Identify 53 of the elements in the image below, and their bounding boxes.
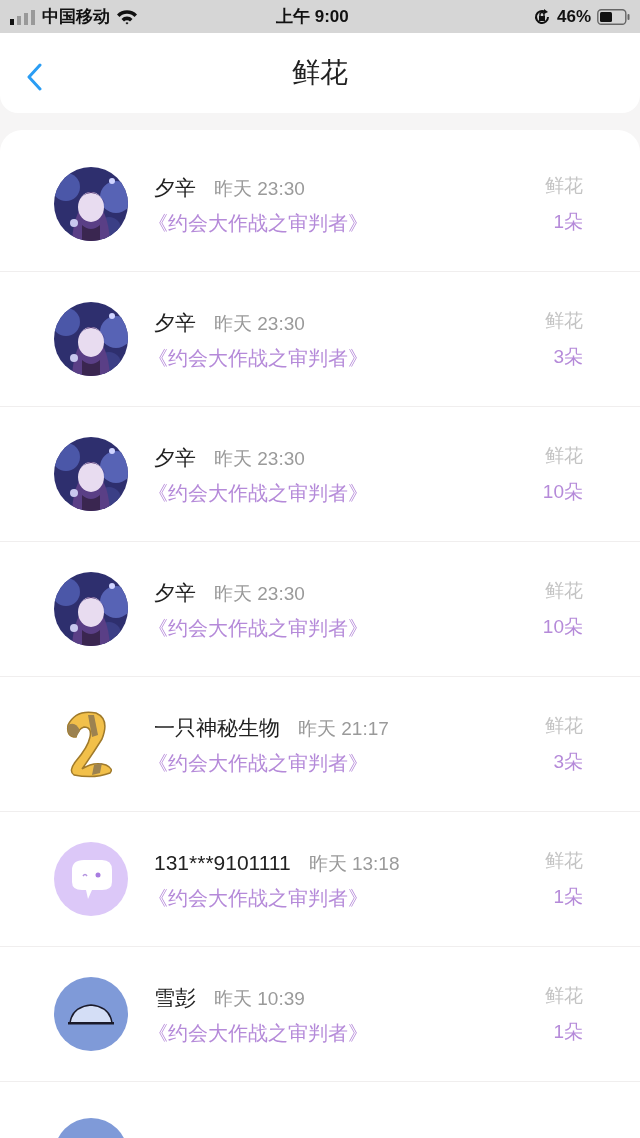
gift-type: 鲜花 — [545, 984, 583, 1008]
user-name: 一只神秘生物 — [154, 715, 280, 741]
dome-avatar-icon — [54, 977, 128, 1051]
gift-type: 鲜花 — [545, 579, 583, 603]
record-row[interactable]: 雪彭 昨天 10:39 《约会大作战之审判者》 鲜花 1朵 — [0, 947, 640, 1082]
clock-time: 上午 9:00 — [276, 5, 349, 28]
gift-count: 10朵 — [542, 480, 583, 504]
user-name: 雪彭 — [154, 985, 196, 1011]
work-title: 《约会大作战之审判者》 — [148, 616, 369, 641]
gift-count: 3朵 — [553, 750, 583, 774]
send-time: 昨天 10:39 — [214, 987, 305, 1011]
gift-count: 3朵 — [553, 345, 583, 369]
user-name: 夕辛 — [154, 580, 196, 606]
work-title: 《约会大作战之审判者》 — [148, 886, 369, 911]
work-title: 《约会大作战之审判者》 — [148, 346, 369, 371]
battery-percent: 46% — [556, 5, 591, 28]
record-row[interactable]: 夕辛 昨天 23:30 《约会大作战之审判者》 鲜花 10朵 — [0, 542, 640, 677]
rotation-lock-icon — [532, 7, 551, 26]
user-name: 131***9101111 — [154, 850, 291, 876]
gift-type: 鲜花 — [545, 444, 583, 468]
work-title: 《约会大作战之审判者》 — [148, 1021, 369, 1046]
send-time: 昨天 21:17 — [298, 717, 389, 741]
signal-icon — [10, 8, 36, 25]
gift-type: 鲜花 — [545, 849, 583, 873]
chat-bubble-avatar-icon — [54, 842, 128, 916]
user-name: 夕辛 — [154, 445, 196, 471]
wifi-icon — [116, 8, 138, 25]
send-time: 昨天 23:30 — [214, 447, 305, 471]
work-title: 《约会大作战之审判者》 — [148, 211, 369, 236]
record-row[interactable]: 131***9101111 昨天 13:18 《约会大作战之审判者》 鲜花 1朵 — [0, 812, 640, 947]
user-name: 夕辛 — [154, 310, 196, 336]
gift-count: 1朵 — [553, 885, 583, 909]
send-time: 昨天 23:30 — [214, 177, 305, 201]
send-time: 昨天 23:30 — [214, 582, 305, 606]
send-time: 昨天 23:30 — [214, 312, 305, 336]
battery-icon — [597, 8, 630, 25]
record-row[interactable]: 夕辛 昨天 23:30 《约会大作战之审判者》 鲜花 3朵 — [0, 272, 640, 407]
gift-type: 鲜花 — [545, 714, 583, 738]
work-title: 《约会大作战之审判者》 — [148, 751, 369, 776]
gift-type: 鲜花 — [545, 174, 583, 198]
gift-type: 鲜花 — [545, 309, 583, 333]
gift-count: 1朵 — [553, 210, 583, 234]
back-icon — [26, 63, 42, 91]
page-title: 鲜花 — [292, 56, 348, 90]
carrier-name: 中国移动 — [42, 5, 110, 28]
gift-count: 1朵 — [553, 1020, 583, 1044]
gift-count: 10朵 — [542, 615, 583, 639]
record-row[interactable]: 夕辛 昨天 23:30 《约会大作战之审判者》 鲜花 10朵 — [0, 407, 640, 542]
send-time: 昨天 13:18 — [308, 852, 400, 876]
user-name: 夕辛 — [154, 175, 196, 201]
record-row[interactable]: 一只神秘生物 昨天 21:17 《约会大作战之审判者》 鲜花 3朵 — [0, 677, 640, 812]
record-row[interactable]: 夕辛 昨天 23:30 《约会大作战之审判者》 鲜花 1朵 — [0, 137, 640, 272]
work-title: 《约会大作战之审判者》 — [148, 481, 369, 506]
